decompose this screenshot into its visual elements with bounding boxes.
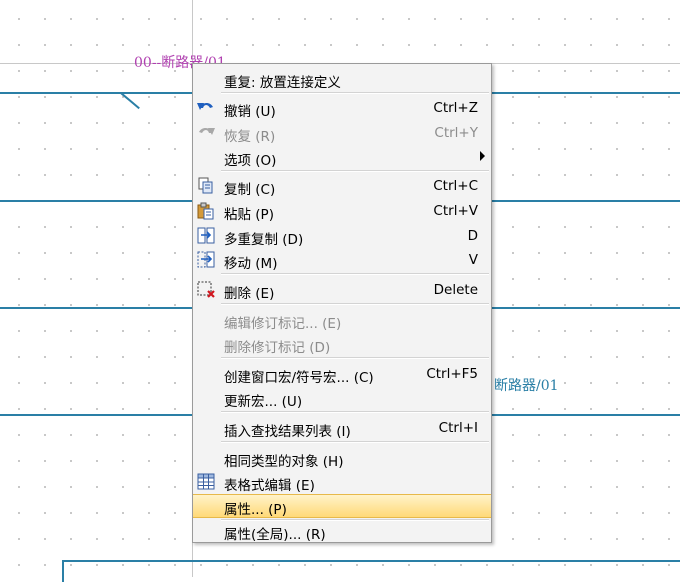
menu-item-shortcut: Ctrl+I <box>438 420 478 436</box>
menu-separator <box>221 92 489 94</box>
context-menu: 重复: 放置连接定义 撤销 (U) Ctrl+Z 恢复 (R) Ctrl+Y 选… <box>192 63 492 543</box>
menu-item-shortcut: Ctrl+V <box>433 203 478 219</box>
device-label-right[interactable]: 断路器/01 <box>494 375 559 395</box>
menu-item-copy[interactable]: 复制 (C) Ctrl+C <box>193 174 491 198</box>
menu-item-label: 选项 (O) <box>224 153 277 169</box>
move-icon <box>196 251 216 269</box>
menu-item-label: 撤销 (U) <box>224 104 276 120</box>
menu-item-delete[interactable]: 删除 (E) Delete <box>193 278 491 302</box>
menu-item-shortcut: Ctrl+C <box>433 178 478 194</box>
redo-icon <box>196 124 216 142</box>
menu-item-label: 删除 (E) <box>224 286 275 302</box>
menu-separator <box>221 441 489 443</box>
menu-item-label: 恢复 (R) <box>224 129 276 145</box>
menu-separator <box>221 357 489 359</box>
menu-item-label: 粘贴 (P) <box>224 207 274 223</box>
menu-item-label: 插入查找结果列表 (I) <box>224 424 351 440</box>
menu-item-same-type-objects[interactable]: 相同类型的对象 (H) <box>193 446 491 470</box>
wire-tick-mark <box>120 92 140 109</box>
menu-item-options[interactable]: 选项 (O) <box>193 145 491 169</box>
menu-item-shortcut: D <box>467 228 478 244</box>
menu-item-create-macro[interactable]: 创建窗口宏/符号宏... (C) Ctrl+F5 <box>193 362 491 386</box>
menu-item-label: 删除修订标记 (D) <box>224 340 331 356</box>
menu-separator <box>221 303 489 305</box>
menu-item-insert-search-results[interactable]: 插入查找结果列表 (I) Ctrl+I <box>193 416 491 440</box>
menu-item-shortcut: Delete <box>433 282 478 298</box>
multi-copy-icon <box>196 227 216 245</box>
menu-item-undo[interactable]: 撤销 (U) Ctrl+Z <box>193 96 491 120</box>
table-edit-icon <box>196 473 216 491</box>
menu-item-properties-global[interactable]: 属性(全局)... (R) <box>193 519 491 543</box>
menu-separator <box>221 273 489 275</box>
menu-item-label: 属性... (P) <box>224 502 287 518</box>
menu-item-label: 相同类型的对象 (H) <box>224 454 344 470</box>
wire-5[interactable] <box>62 560 680 582</box>
menu-item-repeat[interactable]: 重复: 放置连接定义 <box>193 67 491 91</box>
menu-item-label: 重复: 放置连接定义 <box>224 75 341 91</box>
undo-icon <box>196 99 216 117</box>
menu-item-table-edit[interactable]: 表格式编辑 (E) <box>193 470 491 494</box>
menu-item-redo[interactable]: 恢复 (R) Ctrl+Y <box>193 121 491 145</box>
menu-item-shortcut: Ctrl+F5 <box>426 366 478 382</box>
menu-item-shortcut: Ctrl+Y <box>434 125 478 141</box>
submenu-arrow-icon <box>480 151 485 161</box>
menu-item-paste[interactable]: 粘贴 (P) Ctrl+V <box>193 199 491 223</box>
menu-item-edit-revision-mark[interactable]: 编辑修订标记... (E) <box>193 308 491 332</box>
menu-item-update-macro[interactable]: 更新宏... (U) <box>193 386 491 410</box>
copy-icon <box>196 177 216 195</box>
menu-item-label: 多重复制 (D) <box>224 232 304 248</box>
delete-icon <box>196 281 216 299</box>
menu-item-move[interactable]: 移动 (M) V <box>193 248 491 272</box>
menu-item-shortcut: Ctrl+Z <box>433 100 478 116</box>
menu-item-delete-revision-mark[interactable]: 删除修订标记 (D) <box>193 332 491 356</box>
menu-item-properties[interactable]: 属性... (P) <box>193 494 491 518</box>
menu-separator <box>221 170 489 172</box>
menu-item-label: 表格式编辑 (E) <box>224 478 315 494</box>
paste-icon <box>196 202 216 220</box>
menu-separator <box>221 411 489 413</box>
menu-item-shortcut: V <box>468 252 478 268</box>
menu-item-label: 移动 (M) <box>224 256 278 272</box>
menu-item-label: 复制 (C) <box>224 182 276 198</box>
menu-item-label: 编辑修订标记... (E) <box>224 316 342 332</box>
menu-item-label: 更新宏... (U) <box>224 394 303 410</box>
menu-item-multi-copy[interactable]: 多重复制 (D) D <box>193 224 491 248</box>
menu-item-label: 创建窗口宏/符号宏... (C) <box>224 370 374 386</box>
menu-item-label: 属性(全局)... (R) <box>224 527 326 543</box>
